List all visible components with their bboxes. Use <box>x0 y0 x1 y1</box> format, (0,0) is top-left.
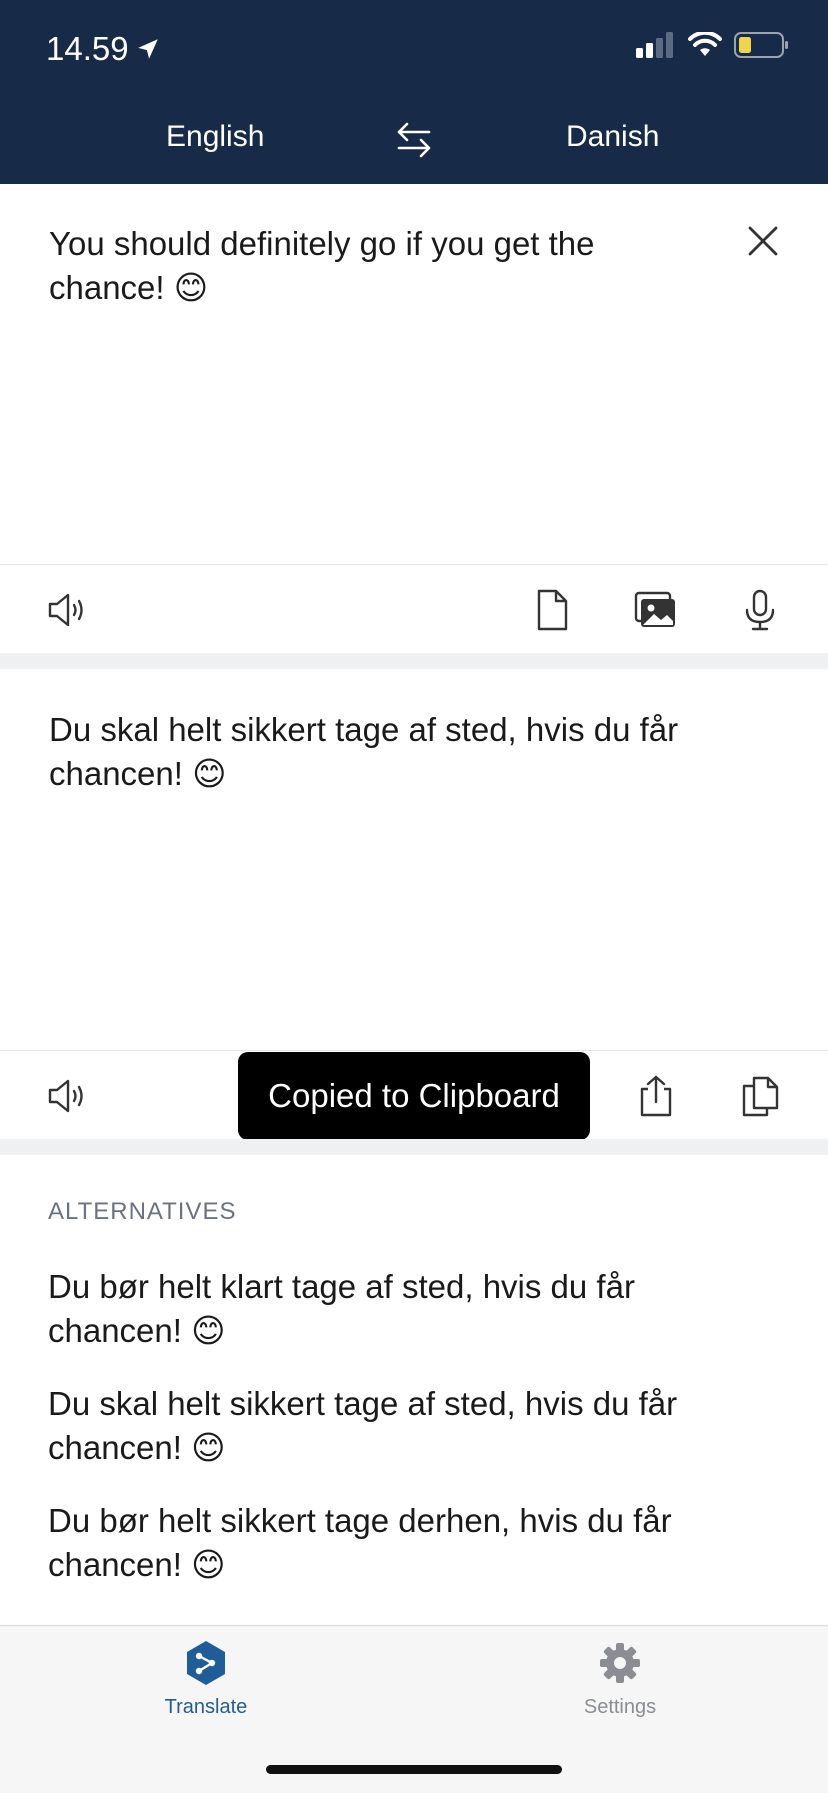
status-indicators <box>636 32 790 58</box>
microphone-icon[interactable] <box>738 588 782 632</box>
alternative-item[interactable]: Du bør helt klart tage af sted, hvis du … <box>48 1265 748 1353</box>
clear-text-icon[interactable] <box>744 222 782 260</box>
source-toolbar-divider <box>0 564 828 565</box>
speaker-icon[interactable] <box>46 1074 90 1118</box>
home-indicator <box>266 1765 562 1774</box>
tab-settings-label: Settings <box>583 1696 657 1718</box>
image-icon[interactable] <box>634 588 678 632</box>
source-language-selector[interactable]: English <box>166 120 264 154</box>
alternative-item[interactable]: Du bør helt sikkert tage derhen, hvis du… <box>48 1499 748 1587</box>
swap-languages-icon[interactable] <box>394 120 434 160</box>
copy-icon[interactable] <box>738 1074 782 1118</box>
deepl-logo-icon <box>187 1641 225 1685</box>
gear-icon <box>600 1643 640 1683</box>
status-time: 14.59 <box>46 30 161 68</box>
alternative-item[interactable]: Du skal helt sikkert tage af sted, hvis … <box>48 1382 748 1470</box>
copied-toast: Copied to Clipboard <box>238 1052 590 1140</box>
section-separator <box>0 653 828 669</box>
share-icon[interactable] <box>634 1074 678 1118</box>
cellular-signal-icon <box>636 32 673 58</box>
section-separator <box>0 1139 828 1155</box>
document-icon[interactable] <box>530 588 574 632</box>
location-arrow-icon <box>137 39 158 59</box>
tab-translate[interactable]: Translate <box>136 1640 276 1720</box>
tab-settings[interactable]: Settings <box>550 1640 690 1720</box>
target-toolbar-divider <box>0 1050 828 1051</box>
battery-icon <box>734 32 788 58</box>
source-text-input[interactable]: You should definitely go if you get the … <box>49 222 689 310</box>
speaker-icon[interactable] <box>46 588 90 632</box>
tab-translate-label: Translate <box>164 1696 248 1718</box>
status-time-text: 14.59 <box>46 30 129 67</box>
translation-output: Du skal helt sikkert tage af sted, hvis … <box>49 711 679 792</box>
alternatives-heading: ALTERNATIVES <box>48 1198 237 1225</box>
toast-message: Copied to Clipboard <box>268 1077 560 1114</box>
target-language-selector[interactable]: Danish <box>566 120 659 154</box>
wifi-icon <box>688 32 722 56</box>
